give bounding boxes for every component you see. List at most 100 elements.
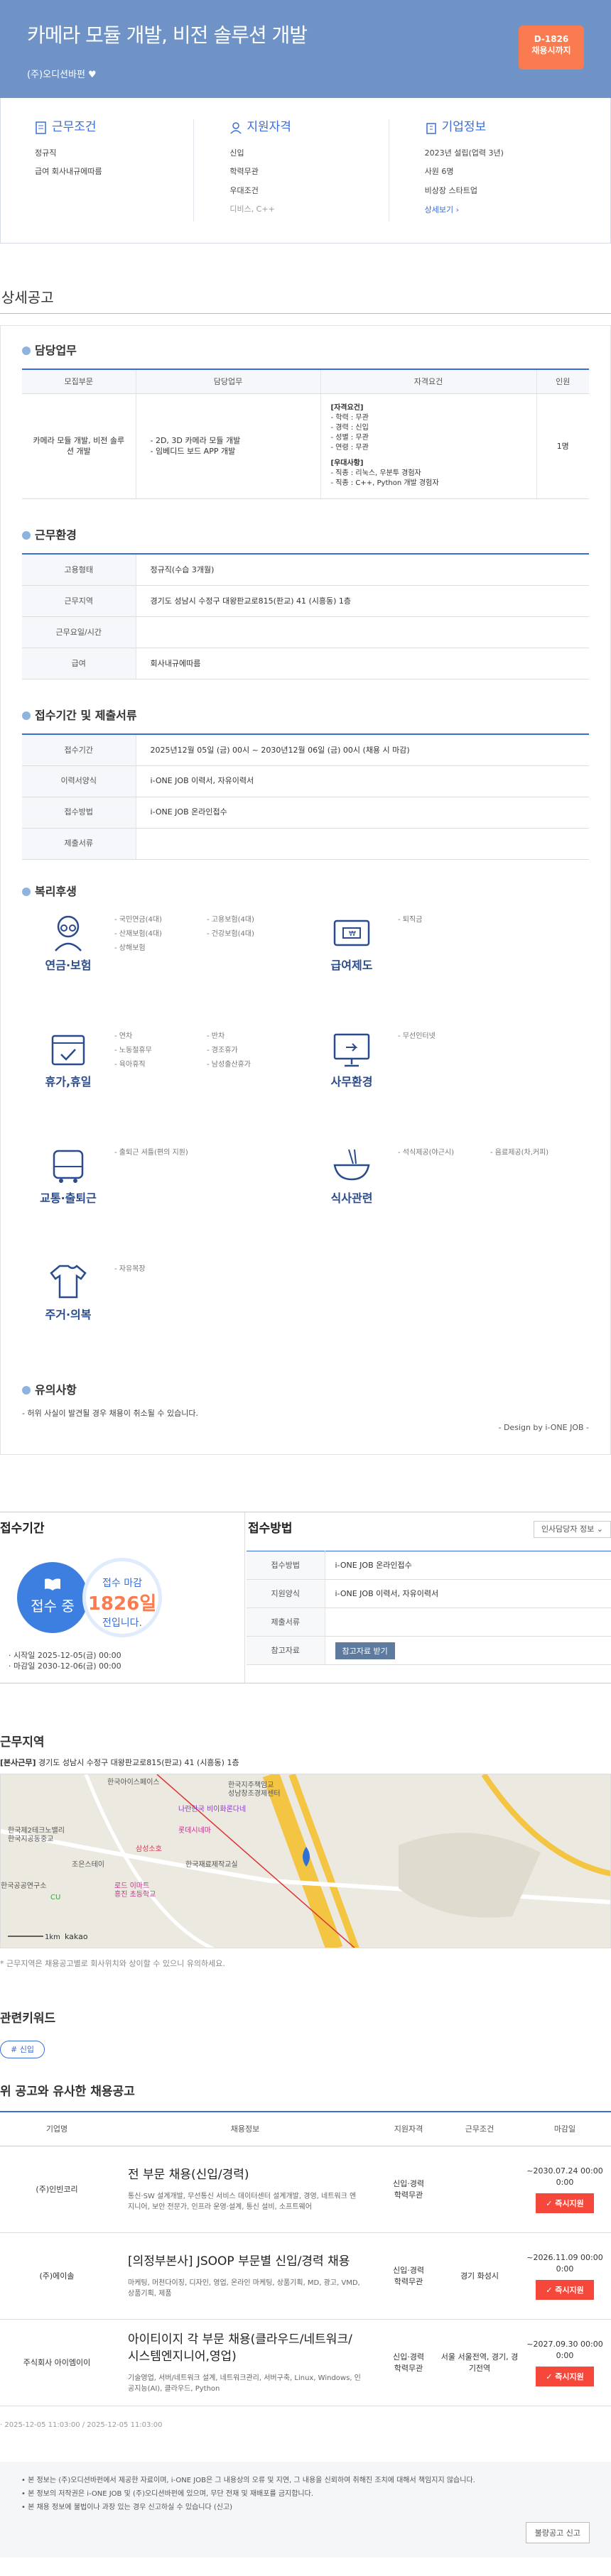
related-cond: 경기 화성시 xyxy=(440,2232,519,2320)
summary-item: 정규직 xyxy=(35,148,57,158)
notice-text: - 허위 사실이 발견될 경우 채용이 취소될 수 있습니다. xyxy=(22,1409,198,1419)
related-table: 기업명 채용정보 지원자격 근무조건 마감일 (주)인빈코리 전 부문 채용(신입/경력… xyxy=(0,2112,611,2407)
bullet-icon xyxy=(22,346,31,356)
keyword-tag[interactable]: # 신입 xyxy=(0,2040,45,2058)
table-row[interactable]: (주)인빈코리 전 부문 채용(신입/경력) 통신·SW 설계개발, 무선통신 서… xyxy=(0,2146,611,2234)
table-row[interactable]: (주)에이솔 [의정부본사] JSOOP 부문별 신입/경력 채용 마케팅, 머천… xyxy=(0,2232,611,2320)
table-row: 근무지역 경기도 성남시 수정구 대왕판교로815(판교) 41 (시흥동) 1층 xyxy=(22,585,589,617)
benefit-group: ₩급여제도 퇴직금 xyxy=(306,910,589,1026)
pension-icon xyxy=(55,915,82,951)
bullet-icon xyxy=(22,1386,31,1395)
download-reference-button[interactable]: 참고자료 받기 xyxy=(335,1642,395,1659)
document-icon xyxy=(36,121,46,134)
table-row: 접수방법 i-ONE JOB 온라인접수 xyxy=(22,797,589,829)
footer: 본 정보는 (주)오디션바펀에서 제공한 자료이며, i-ONE JOB은 그 … xyxy=(0,2462,611,2558)
notice-title: 유의사항 xyxy=(22,1382,589,1398)
summary-item: 디비스, C++ xyxy=(229,204,275,214)
book-icon xyxy=(45,1578,60,1591)
deadline-circle: 접수 마감 1826일 전입니다. xyxy=(82,1558,162,1638)
related-company[interactable]: 주식회사 아이엠이이 xyxy=(0,2319,114,2407)
duty-requirements: [자격요건] - 학력 : 무관 - 경력 : 신입 - 성별 : 무관 - 연… xyxy=(320,393,536,499)
summary-qualifications-title: 지원자격 xyxy=(229,119,388,136)
table-row[interactable]: 주식회사 아이엠이이 아이티이지 각 부문 채용(클라우드/네트워크/시스템엔지… xyxy=(0,2319,611,2407)
map-label: 로드 이마트 xyxy=(114,1882,149,1890)
calendar-icon xyxy=(51,1035,85,1066)
bullet-icon xyxy=(22,711,31,720)
building-icon xyxy=(426,123,436,134)
summary-item: 우대조건 xyxy=(229,185,259,195)
dday-sub: 채용시까지 xyxy=(531,45,571,55)
apply-now-button[interactable]: ✓ 즉시지원 xyxy=(536,2367,594,2387)
benefit-name: 사무환경 xyxy=(330,1075,373,1089)
shirt-icon xyxy=(50,1265,87,1299)
method-table: 접수방법 i-ONE JOB 온라인접수 지원양식 i-ONE JOB 이력서, 자… xyxy=(247,1551,611,1666)
summary-company: 기업정보 2023년 설립(업력 3년) 사원 6명 비상장 스타트업 상세보기… xyxy=(388,119,583,222)
related-cond xyxy=(440,2146,519,2234)
detail-box: 담당업무 모집부문 담당업무 자격요건 인원 카메라 모듈 개발, 비전 솔루션 개발… xyxy=(0,325,611,1456)
related-company[interactable]: (주)에이솔 xyxy=(0,2232,114,2320)
keyword-title: 관련키워드 xyxy=(0,2011,56,2026)
related-job-title[interactable]: [의정부본사] JSOOP 부문별 신입/경력 채용 xyxy=(128,2254,362,2271)
map-label: 한국공공연구소 xyxy=(1,1882,46,1890)
related-qual: 신입·경력 학력무관 xyxy=(377,2319,440,2407)
person-icon xyxy=(230,122,242,134)
address: [본사근무] 경기도 성남시 수정구 대왕판교로815(판교) 41 (시흥동)… xyxy=(0,1758,239,1768)
benefit-name: 급여제도 xyxy=(330,959,373,973)
period-title: 접수기간 xyxy=(0,1522,45,1537)
pref-title: [우대사항] xyxy=(330,459,364,468)
bus-icon xyxy=(53,1150,84,1184)
summary-item: 급여 회사내규에따름 xyxy=(35,167,102,177)
svg-text:₩: ₩ xyxy=(349,930,356,938)
summary-box: 근무조건 정규직 급여 회사내규에따름 지원자격 신입 학력무관 우대조건 디비… xyxy=(0,98,611,244)
map-canvas[interactable]: 한국아이스페이스 한국지주책임교 성남창조경제센터 나란한국 비이화론다네 롯데… xyxy=(1,1774,611,1948)
period-method-section: 접수기간 접수 중 접수 마감 1826일 전입니다. · 시작일 2025-12-… xyxy=(0,1512,611,1684)
related-title: 위 공고와 유사한 채용공고 xyxy=(0,2084,611,2112)
benefit-name: 연금·보험 xyxy=(45,959,92,973)
header-banner: 카메라 모듈 개발, 비전 솔루션 개발 (주)오디션바펀 ♥ D-1826 채용… xyxy=(0,0,611,98)
map-label: 한국지공동중교 xyxy=(8,1835,53,1843)
related-job-desc: 기술영업, 서버/네트워크 설계, 네트워크관리, 서버구축, Linux, W… xyxy=(128,2374,361,2393)
env-table: 고용형태 정규직(수습 3개월) 근무지역 경기도 성남시 수정구 대왕판교로815… xyxy=(22,553,589,680)
env-title: 근무환경 xyxy=(22,528,589,543)
summary-item: 사원 6명 xyxy=(424,167,454,177)
map[interactable]: 한국아이스페이스 한국지주책임교 성남창조경제센터 나란한국 비이화론다네 롯데… xyxy=(0,1774,611,1949)
table-row: 급여 회사내규에따름 xyxy=(22,648,589,680)
map-label: 흥진 초등학교 xyxy=(114,1889,156,1899)
recruiter-info-select[interactable]: 인사담당자 정보 ⌄ xyxy=(533,1521,611,1538)
end-date: · 마감일 2030-12-06(금) 00:00 xyxy=(9,1661,121,1671)
benefit-group: 식사관련 석식제공(야근시)음료제공(차,커피) xyxy=(306,1142,589,1259)
location-title: 근무지역 xyxy=(0,1735,45,1750)
benefit-group: 주거·의복 자유복장 xyxy=(22,1259,306,1375)
summary-item: 2023년 설립(업력 3년) xyxy=(424,148,504,158)
duty-header: 모집부문 xyxy=(22,369,136,394)
company-detail-link[interactable]: 상세보기 › xyxy=(425,205,459,214)
related-deadline: ~2030.07.24 00:00 0:00 xyxy=(526,2166,603,2187)
apply-now-button[interactable]: ✓ 즉시지원 xyxy=(536,2280,594,2301)
map-label: 성남창조경제센터 xyxy=(228,1789,281,1798)
apply-now-button[interactable]: ✓ 즉시지원 xyxy=(536,2193,594,2214)
start-date: · 시작일 2025-12-05(금) 00:00 xyxy=(9,1651,121,1661)
related-job-title[interactable]: 아이티이지 각 부문 채용(클라우드/네트워크/시스템엔지니어,영업) xyxy=(128,2332,362,2366)
status-circle: 접수 중 xyxy=(17,1562,88,1634)
related-company[interactable]: (주)인빈코리 xyxy=(0,2146,114,2234)
summary-conditions: 근무조건 정규직 급여 회사내규에따름 xyxy=(28,119,193,222)
footer-note: 본 정보는 (주)오디션바펀에서 제공한 자료이며, i-ONE JOB은 그 … xyxy=(21,2476,597,2486)
company-name[interactable]: (주)오디션바펀 ♥ xyxy=(27,69,584,82)
table-row: 제출서류 xyxy=(247,1608,611,1637)
duty-title: 담당업무 xyxy=(22,343,589,359)
table-row: 접수기간 2025년12월 05일 (금) 00시 ~ 2030년12월 06일 … xyxy=(22,734,589,766)
report-button[interactable]: 불량공고 신고 xyxy=(525,2522,590,2544)
wallet-icon: ₩ xyxy=(333,919,370,946)
apply-table: 접수기간 2025년12월 05일 (금) 00시 ~ 2030년12월 06일 … xyxy=(22,733,589,860)
related-job-title[interactable]: 전 부문 채용(신입/경력) xyxy=(128,2167,362,2184)
related-deadline: ~2026.11.09 00:00 0:00 xyxy=(526,2253,603,2274)
summary-company-title: 기업정보 xyxy=(425,119,583,136)
dday-badge: D-1826 채용시까지 xyxy=(519,26,584,70)
apply-title: 접수기간 및 제출서류 xyxy=(22,708,589,724)
bullet-icon xyxy=(22,887,31,896)
related-job-desc: 통신·SW 설계개발, 무선통신 서비스 데이터센터 설계개발, 경영, 네트워… xyxy=(128,2192,357,2211)
post-timestamp: · 2025-12-05 11:03:00 / 2025-12-05 11:03… xyxy=(0,2421,163,2430)
map-scale: 1km xyxy=(45,1933,60,1941)
table-row: 고용형태 정규직(수습 3개월) xyxy=(22,554,589,586)
detail-section-title: 상세공고 xyxy=(0,288,611,314)
